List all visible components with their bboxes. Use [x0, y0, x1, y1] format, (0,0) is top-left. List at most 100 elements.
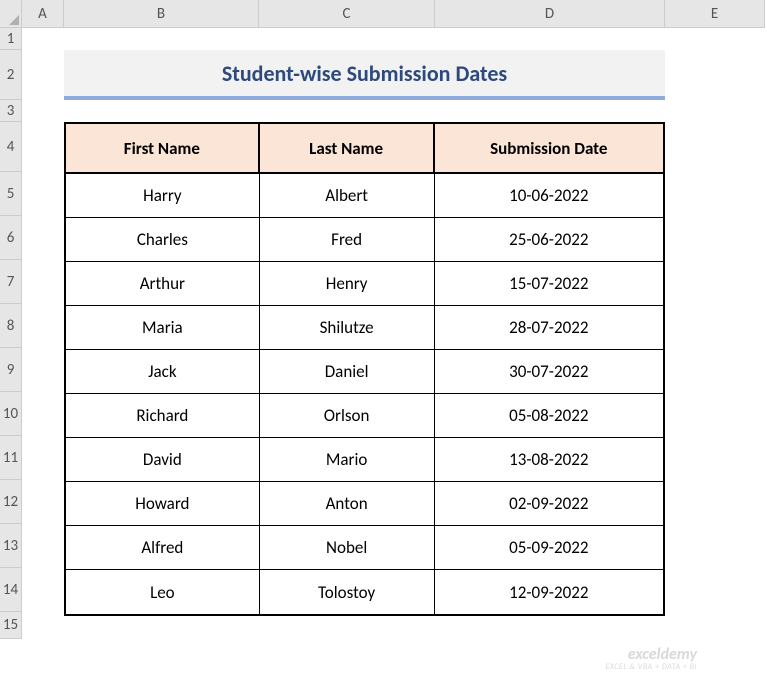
empty-cell[interactable]: [22, 612, 64, 639]
empty-cell[interactable]: [259, 28, 435, 50]
col-header-E[interactable]: E: [665, 0, 765, 28]
table-cell[interactable]: Howard: [66, 482, 260, 526]
row-header-1[interactable]: 1: [0, 28, 22, 50]
table-header-cell[interactable]: Submission Date: [435, 124, 663, 174]
empty-cell[interactable]: [665, 122, 765, 172]
table-cell[interactable]: Anton: [260, 482, 435, 526]
empty-cell[interactable]: [259, 612, 435, 639]
table-cell[interactable]: Albert: [260, 174, 435, 218]
empty-cell[interactable]: [22, 172, 64, 216]
table-row: LeoTolostoy12-09-2022: [66, 570, 663, 614]
row-header-3[interactable]: 3: [0, 100, 22, 122]
row-header-12[interactable]: 12: [0, 480, 22, 524]
table-cell[interactable]: Shilutze: [260, 306, 435, 350]
row-header-13[interactable]: 13: [0, 524, 22, 568]
empty-cell[interactable]: [665, 392, 765, 436]
page-title[interactable]: Student-wise Submission Dates: [64, 50, 665, 100]
empty-cell[interactable]: [665, 50, 765, 100]
empty-cell[interactable]: [665, 612, 765, 639]
table-cell[interactable]: 30-07-2022: [435, 350, 663, 394]
title-text: Student-wise Submission Dates: [222, 60, 507, 87]
row-header-6[interactable]: 6: [0, 216, 22, 260]
empty-cell[interactable]: [665, 304, 765, 348]
empty-cell[interactable]: [665, 172, 765, 216]
table-cell[interactable]: Alfred: [66, 526, 260, 570]
row-header-15[interactable]: 15: [0, 612, 22, 639]
table-cell[interactable]: David: [66, 438, 260, 482]
empty-cell[interactable]: [665, 480, 765, 524]
select-all-icon: [9, 15, 19, 25]
table-header-cell[interactable]: First Name: [66, 124, 260, 174]
table-cell[interactable]: 02-09-2022: [435, 482, 663, 526]
table-cell[interactable]: 05-09-2022: [435, 526, 663, 570]
table-cell[interactable]: 13-08-2022: [435, 438, 663, 482]
table-cell[interactable]: 10-06-2022: [435, 174, 663, 218]
table-cell[interactable]: 05-08-2022: [435, 394, 663, 438]
empty-cell[interactable]: [22, 100, 64, 122]
row-header-5[interactable]: 5: [0, 172, 22, 216]
row-header-14[interactable]: 14: [0, 568, 22, 612]
table-cell[interactable]: 25-06-2022: [435, 218, 663, 262]
col-header-B[interactable]: B: [64, 0, 259, 28]
table-cell[interactable]: Tolostoy: [260, 570, 435, 614]
table-cell[interactable]: Richard: [66, 394, 260, 438]
table-cell[interactable]: Maria: [66, 306, 260, 350]
empty-cell[interactable]: [665, 100, 765, 122]
col-header-A[interactable]: A: [22, 0, 64, 28]
empty-cell[interactable]: [22, 304, 64, 348]
row-header-7[interactable]: 7: [0, 260, 22, 304]
empty-cell[interactable]: [64, 612, 259, 639]
row-header-8[interactable]: 8: [0, 304, 22, 348]
select-all-corner[interactable]: [0, 0, 22, 28]
table-cell[interactable]: Orlson: [260, 394, 435, 438]
table-header-cell[interactable]: Last Name: [260, 124, 435, 174]
empty-cell[interactable]: [435, 100, 665, 122]
empty-cell[interactable]: [64, 100, 259, 122]
row-header-4[interactable]: 4: [0, 122, 22, 172]
empty-cell[interactable]: [22, 28, 64, 50]
col-header-D[interactable]: D: [435, 0, 665, 28]
table-cell[interactable]: Fred: [260, 218, 435, 262]
empty-cell[interactable]: [22, 524, 64, 568]
table-cell[interactable]: Harry: [66, 174, 260, 218]
table-cell[interactable]: Jack: [66, 350, 260, 394]
table-cell[interactable]: 12-09-2022: [435, 570, 663, 614]
watermark: exceldemy EXCEL & VBA + DATA + BI: [605, 646, 697, 672]
row-header-10[interactable]: 10: [0, 392, 22, 436]
col-header-C[interactable]: C: [259, 0, 435, 28]
table-row: MariaShilutze28-07-2022: [66, 306, 663, 350]
empty-cell[interactable]: [22, 568, 64, 612]
table-cell[interactable]: Leo: [66, 570, 260, 614]
table-cell[interactable]: Henry: [260, 262, 435, 306]
table-cell[interactable]: Arthur: [66, 262, 260, 306]
empty-cell[interactable]: [22, 480, 64, 524]
empty-cell[interactable]: [435, 612, 665, 639]
empty-cell[interactable]: [22, 436, 64, 480]
table-cell[interactable]: 28-07-2022: [435, 306, 663, 350]
table-cell[interactable]: Mario: [260, 438, 435, 482]
empty-cell[interactable]: [22, 216, 64, 260]
empty-cell[interactable]: [435, 28, 665, 50]
row-header-2[interactable]: 2: [0, 50, 22, 100]
row-header-9[interactable]: 9: [0, 348, 22, 392]
empty-cell[interactable]: [665, 348, 765, 392]
table-row: DavidMario13-08-2022: [66, 438, 663, 482]
empty-cell[interactable]: [665, 216, 765, 260]
empty-cell[interactable]: [22, 122, 64, 172]
empty-cell[interactable]: [665, 568, 765, 612]
empty-cell[interactable]: [22, 392, 64, 436]
empty-cell[interactable]: [665, 28, 765, 50]
empty-cell[interactable]: [665, 524, 765, 568]
table-cell[interactable]: Nobel: [260, 526, 435, 570]
empty-cell[interactable]: [22, 50, 64, 100]
empty-cell[interactable]: [22, 260, 64, 304]
table-cell[interactable]: 15-07-2022: [435, 262, 663, 306]
table-cell[interactable]: Daniel: [260, 350, 435, 394]
table-cell[interactable]: Charles: [66, 218, 260, 262]
row-header-11[interactable]: 11: [0, 436, 22, 480]
empty-cell[interactable]: [64, 28, 259, 50]
empty-cell[interactable]: [259, 100, 435, 122]
empty-cell[interactable]: [665, 260, 765, 304]
empty-cell[interactable]: [665, 436, 765, 480]
empty-cell[interactable]: [22, 348, 64, 392]
